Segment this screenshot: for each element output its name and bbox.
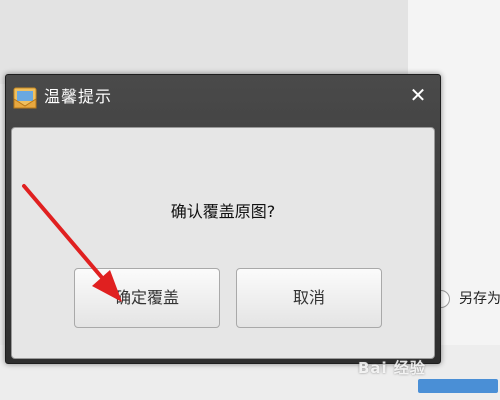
save-as-radio-label: 另存为 <box>459 291 500 307</box>
watermark-bar <box>418 379 498 393</box>
cancel-button[interactable]: 取消 <box>236 268 382 328</box>
close-icon[interactable]: ✕ <box>406 83 430 107</box>
dialog-title: 温馨提示 <box>44 87 113 106</box>
watermark-text: Bai 经验 <box>358 359 426 377</box>
envelope-photo-icon <box>13 87 37 109</box>
watermark: Bai 经验 <box>358 353 498 393</box>
dialog-message: 确认覆盖原图? <box>170 202 276 221</box>
dialog-content: 确认覆盖原图? 确定覆盖 取消 <box>11 127 435 359</box>
background-panel <box>0 0 408 84</box>
prompt-dialog: 温馨提示 ✕ 确认覆盖原图? 确定覆盖 取消 <box>5 74 441 364</box>
confirm-overwrite-button[interactable]: 确定覆盖 <box>74 268 220 328</box>
dialog-titlebar: 温馨提示 ✕ <box>6 75 440 119</box>
